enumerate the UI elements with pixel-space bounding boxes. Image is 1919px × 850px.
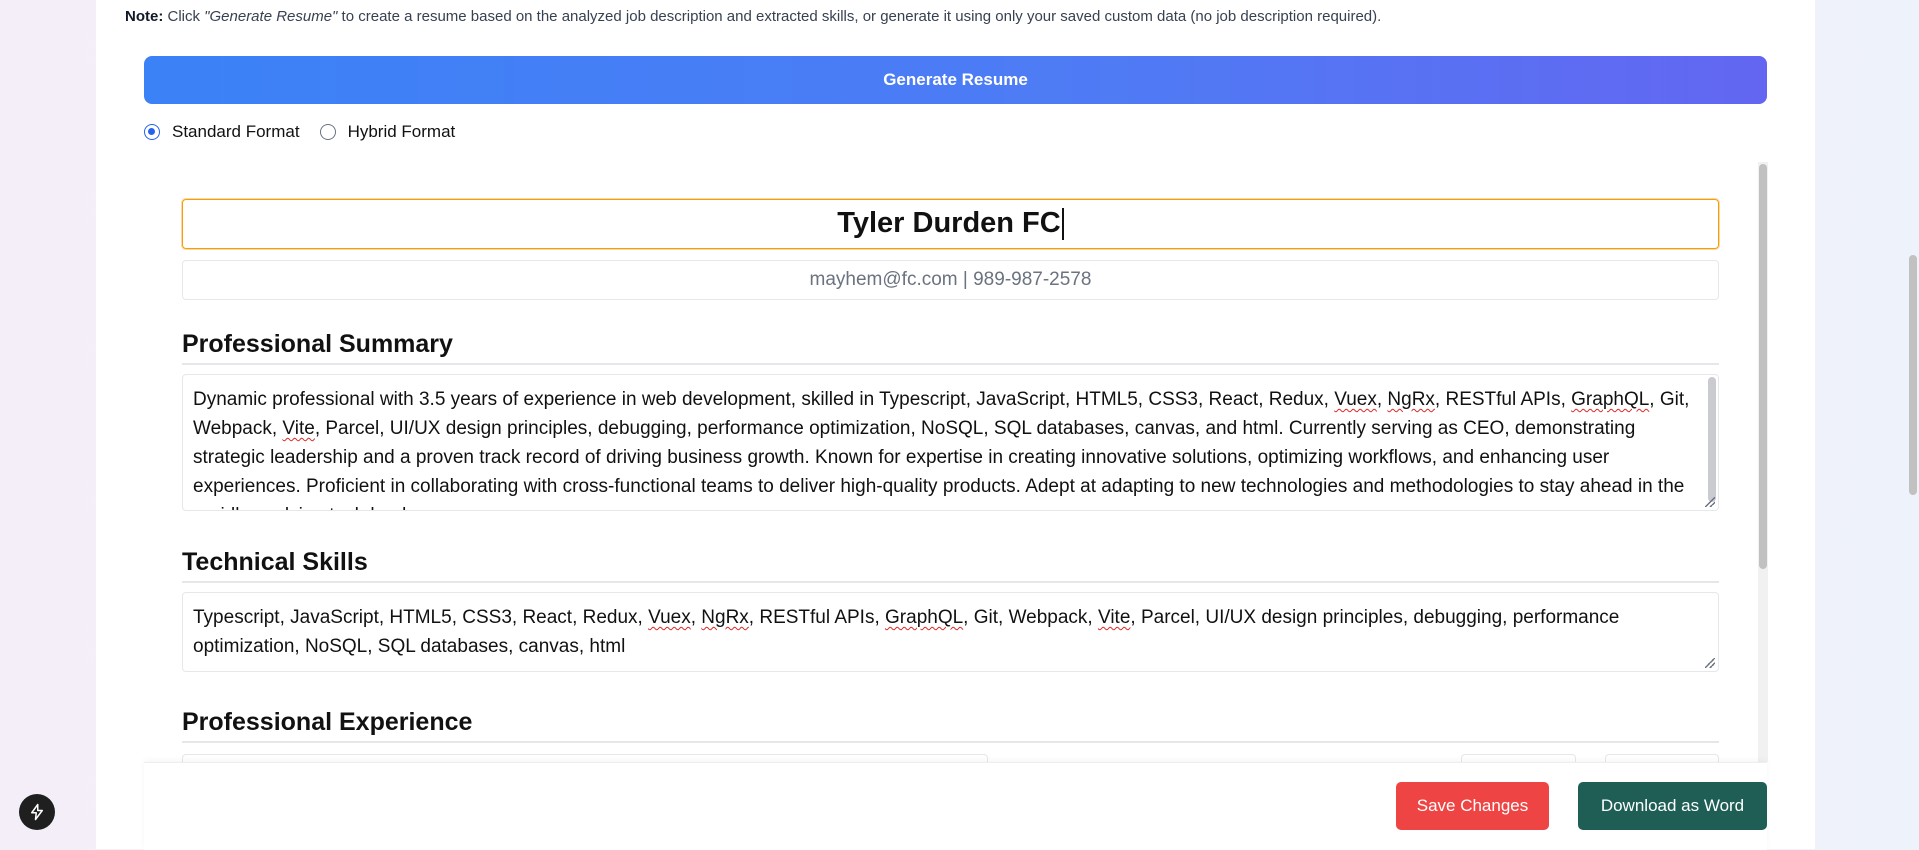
summary-divider [182,363,1719,365]
skills-text: Vuex [648,607,691,628]
skills-resize-handle[interactable] [1705,658,1715,668]
summary-text: , Parcel, UI/UX design principles, debug… [193,418,1685,510]
summary-text: GraphQL [1571,389,1650,410]
download-word-button[interactable]: Download as Word [1578,782,1767,830]
save-changes-button[interactable]: Save Changes [1396,782,1549,830]
summary-scrollbar[interactable] [1708,377,1716,502]
bolt-icon[interactable] [19,794,55,830]
note-emphasis: "Generate Resume" [204,8,338,25]
generate-note: Note: Click "Generate Resume" to create … [125,8,1381,25]
summary-text: , [1376,389,1388,410]
hybrid-format-label: Hybrid Format [347,122,456,141]
skills-text: NgRx [701,607,749,628]
skills-text: , RESTful APIs, [748,607,886,628]
note-label: Note: [125,8,164,25]
hybrid-format-radio[interactable] [319,124,336,140]
summary-text: , RESTful APIs, [1434,389,1572,410]
summary-text: Vite [282,418,315,439]
standard-format-radio[interactable] [144,124,160,140]
name-field[interactable]: Tyler Durden FC [182,199,1719,249]
contact-field[interactable]: mayhem@fc.com | 989-987-2578 [182,260,1719,300]
bolt-glyph [31,803,43,821]
format-radio-group: Standard Format Hybrid Format [144,122,475,142]
skills-textarea[interactable]: Typescript, JavaScript, HTML5, CSS3, Rea… [182,592,1719,672]
skills-text: , Git, Webpack, [963,607,1098,628]
experience-divider [182,741,1719,743]
note-text-after: to create a resume based on the analyzed… [337,8,1382,25]
skills-divider [182,581,1719,583]
text-caret [1061,208,1064,241]
experience-heading: Professional Experience [182,708,473,736]
summary-text: Vuex [1334,389,1377,410]
summary-resize-handle[interactable] [1705,497,1715,507]
page-scrollbar-thumb[interactable] [1909,255,1917,495]
summary-text: NgRx [1387,389,1435,410]
standard-format-label: Standard Format [172,122,300,141]
editor-scrollbar-thumb[interactable] [1759,164,1767,569]
hybrid-format-option[interactable]: Hybrid Format [319,122,456,142]
summary-textarea[interactable]: Dynamic professional with 3.5 years of e… [182,374,1719,511]
name-value: Tyler Durden FC [837,207,1061,239]
standard-format-option[interactable]: Standard Format [144,122,300,142]
skills-heading: Technical Skills [182,548,368,576]
summary-text: Dynamic professional with 3.5 years of e… [193,389,1335,410]
summary-heading: Professional Summary [182,330,453,358]
skills-text: GraphQL [885,607,964,628]
generate-resume-button[interactable]: Generate Resume [144,56,1767,104]
skills-text: Typescript, JavaScript, HTML5, CSS3, Rea… [193,607,649,628]
note-text-before: Click [163,8,205,25]
skills-text: Vite [1097,607,1131,628]
skills-text: , [690,607,702,628]
